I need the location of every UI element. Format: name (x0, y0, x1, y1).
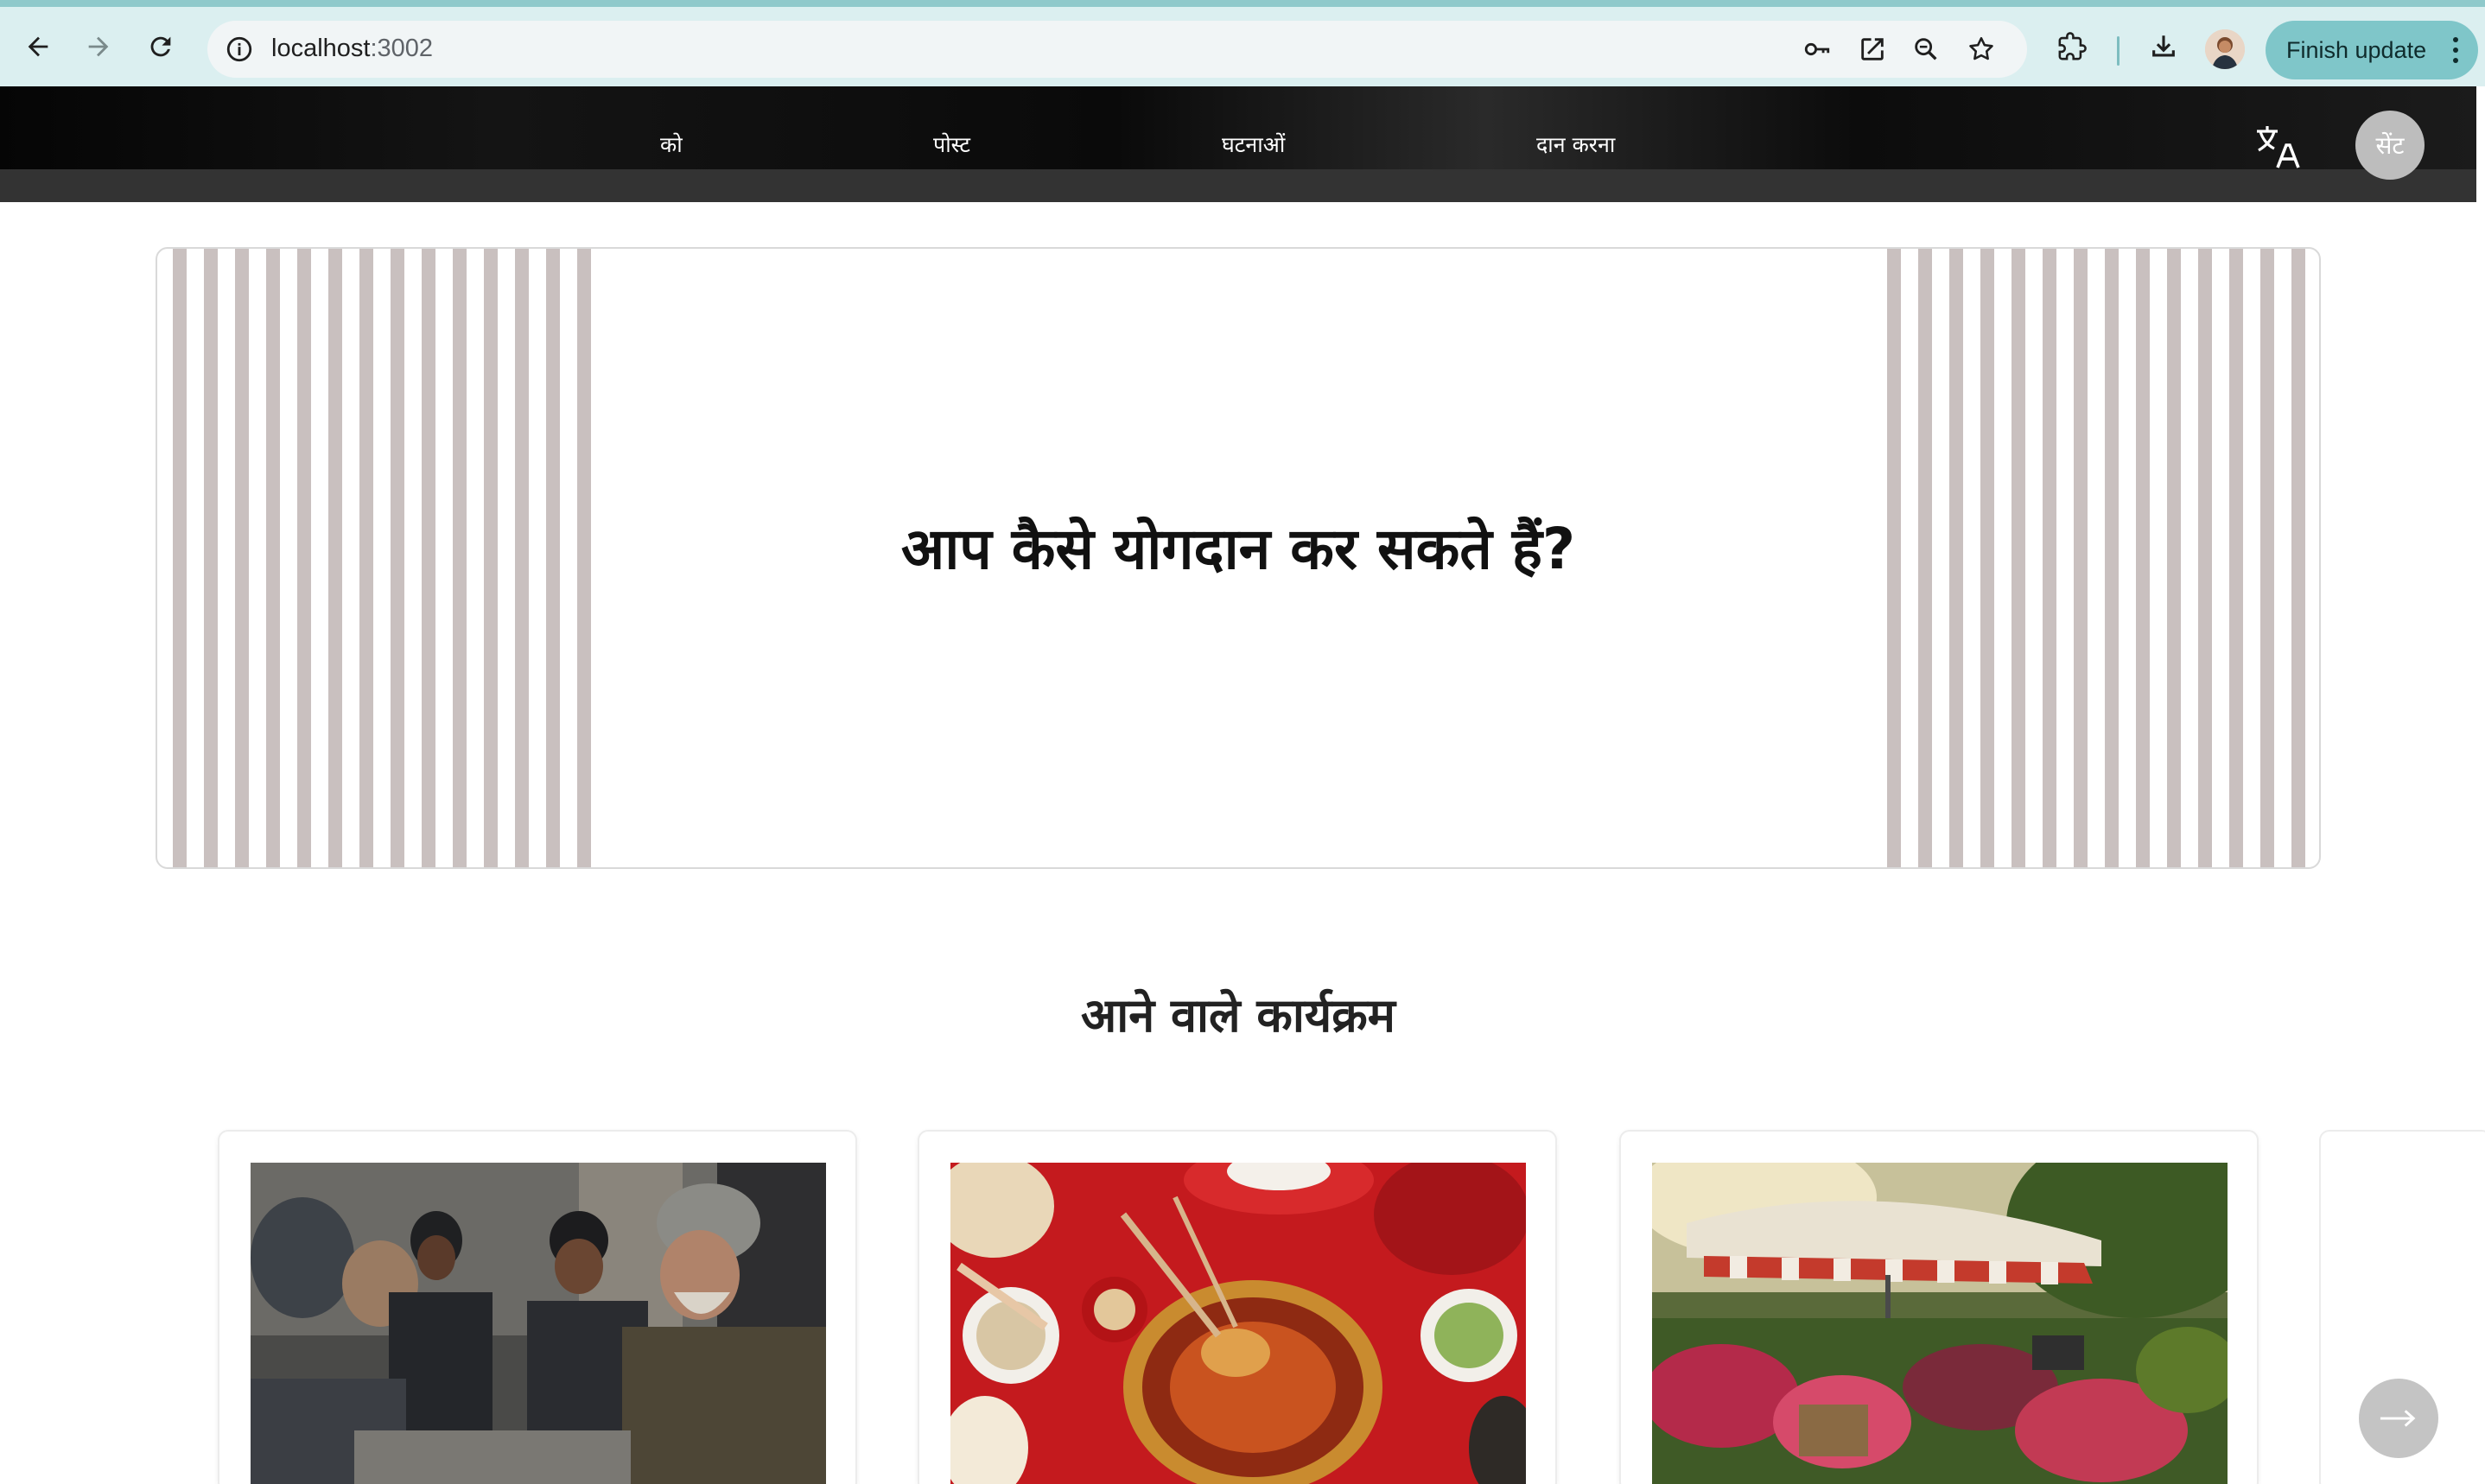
finish-update-label: Finish update (2286, 36, 2427, 63)
bookmark-star-icon[interactable] (1961, 29, 2001, 69)
extensions-icon[interactable] (2051, 26, 2093, 67)
open-in-app-icon[interactable] (1853, 29, 1892, 69)
event-card[interactable] (1619, 1130, 2259, 1484)
upcoming-events-title: आने वाले कार्यक्रम (1081, 988, 1395, 1043)
nav-link-events[interactable]: घटनाओं (1222, 130, 1285, 159)
hero-title: आप कैसे योगदान कर सकते हैं? (900, 516, 1576, 582)
nav-link-about[interactable]: को (660, 130, 683, 159)
nav-link-donate[interactable]: दान करना (1536, 130, 1615, 159)
address-bar[interactable]: localhost:3002 (207, 21, 2027, 78)
download-icon[interactable] (2143, 26, 2184, 67)
flower-market-photo (1652, 1163, 2228, 1484)
toolbar-divider (2117, 36, 2120, 66)
url-host: localhost (271, 35, 371, 62)
user-avatar[interactable]: सेंट (2355, 111, 2425, 180)
event-card[interactable] (918, 1130, 1557, 1484)
back-icon[interactable] (17, 26, 59, 67)
forward-icon[interactable] (78, 26, 119, 67)
navbar-underbar (0, 169, 2476, 202)
url-text[interactable]: localhost:3002 (271, 35, 433, 63)
arrow-right-icon (2380, 1410, 2416, 1427)
event-card[interactable] (218, 1130, 857, 1484)
profile-avatar-icon[interactable] (2205, 29, 2245, 69)
more-menu-icon[interactable] (2452, 36, 2459, 64)
nav-link-posts[interactable]: पोस्ट (933, 130, 970, 159)
site-info-icon[interactable] (219, 29, 259, 69)
browser-toolbar: localhost:3002 Finish update (0, 0, 2485, 86)
community-meal-photo (251, 1163, 826, 1484)
carousel-next-button[interactable] (2359, 1379, 2438, 1458)
url-port: :3002 (370, 35, 434, 62)
password-key-icon[interactable] (1797, 29, 1837, 69)
contribute-hero-card: आप कैसे योगदान कर सकते हैं? (156, 247, 2321, 869)
reload-icon[interactable] (140, 26, 181, 67)
festive-food-table-photo (950, 1163, 1526, 1484)
finish-update-button[interactable]: Finish update (2266, 21, 2478, 79)
translate-icon[interactable] (2253, 121, 2302, 169)
zoom-icon[interactable] (1906, 29, 1946, 69)
